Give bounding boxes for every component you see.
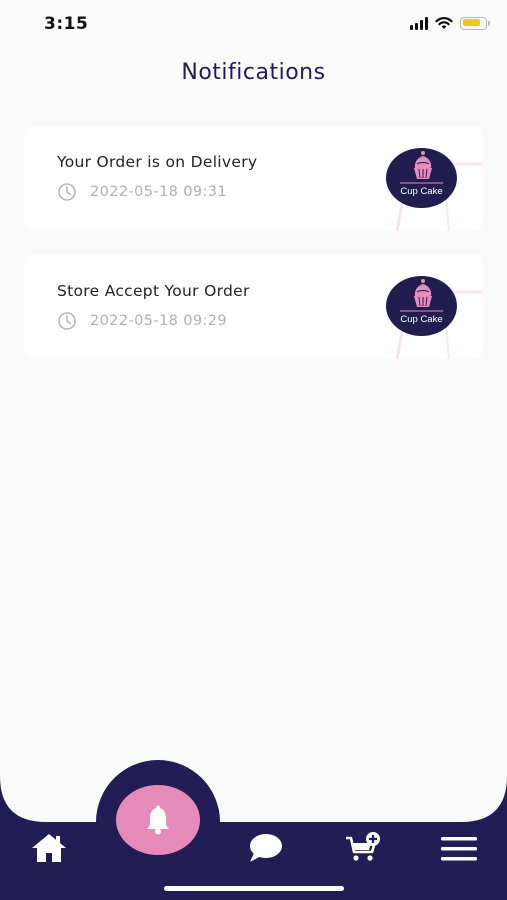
bottom-nav-background	[0, 760, 507, 900]
home-indicator[interactable]	[164, 886, 344, 891]
bottom-navigation	[0, 0, 507, 900]
notifications-tab-button[interactable]	[116, 785, 200, 855]
cart-add-icon[interactable]	[345, 831, 381, 863]
home-icon[interactable]	[31, 832, 67, 864]
chat-icon[interactable]	[248, 833, 284, 863]
bell-icon	[147, 805, 169, 835]
menu-icon[interactable]	[440, 836, 478, 862]
